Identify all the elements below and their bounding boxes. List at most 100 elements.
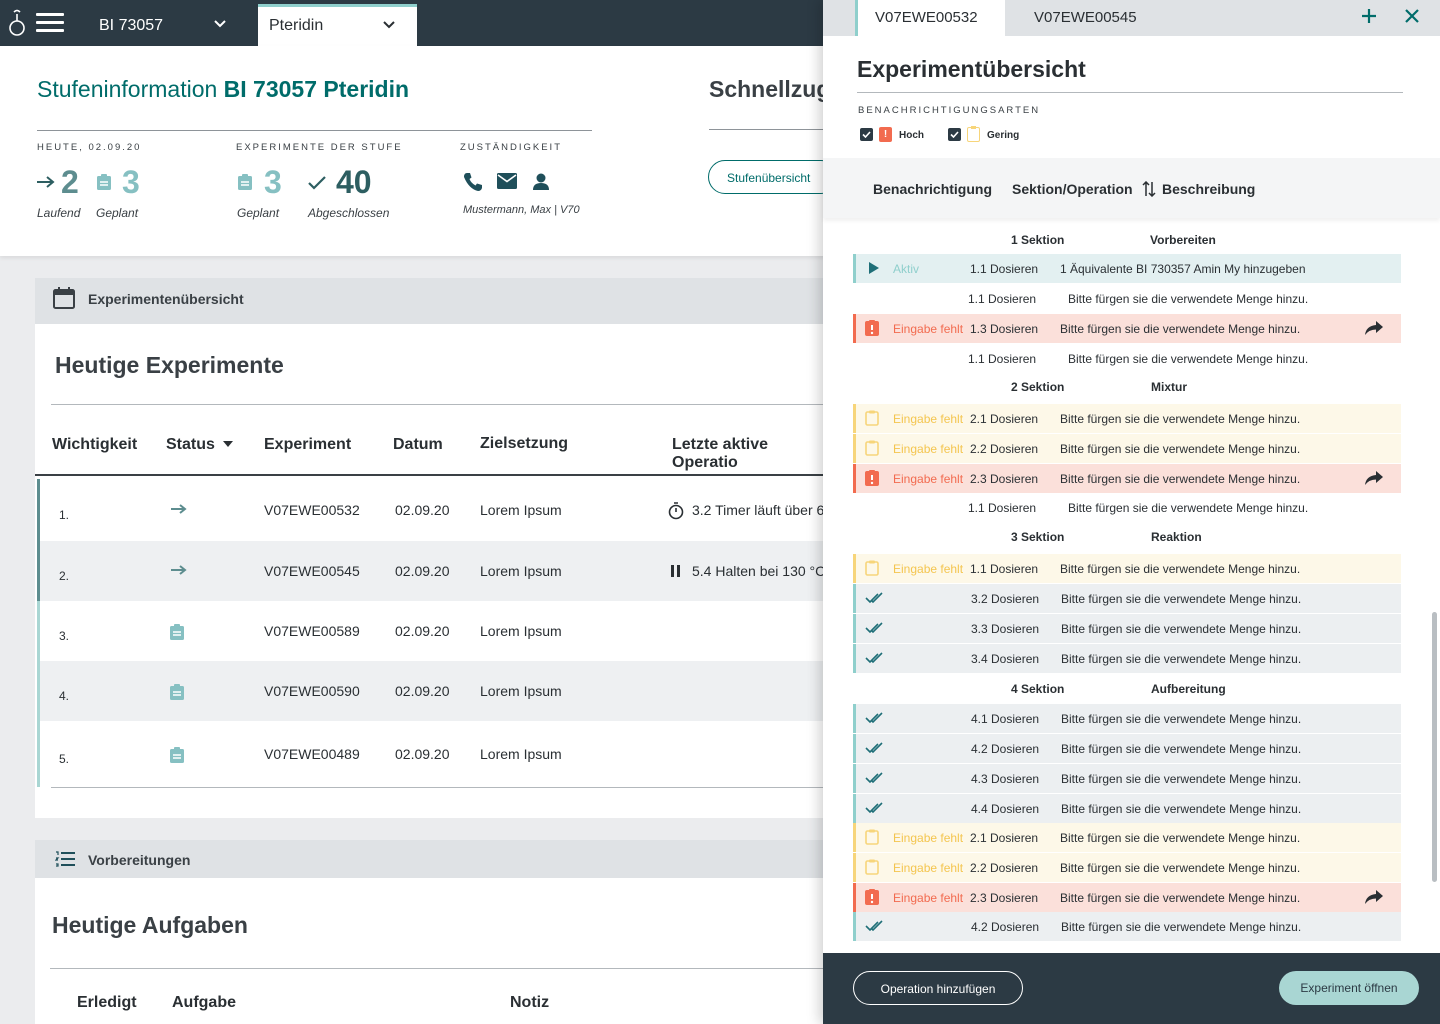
table-row[interactable]: 4. V07EWE00590 02.09.20 Lorem Ipsum	[37, 661, 837, 721]
operation-name: 2.1 Dosieren	[970, 831, 1039, 845]
operation-row[interactable]: 1.1 Dosieren Bitte fürgen sie die verwend…	[853, 284, 1401, 313]
stage-completed-count: 40	[336, 164, 372, 200]
tab-experiment-1[interactable]: V07EWE00532	[855, 0, 1005, 36]
stage-overview-button[interactable]: Stufenübersicht	[708, 160, 838, 194]
menu-icon[interactable]	[36, 13, 64, 33]
open-experiment-button[interactable]: Experiment öffnen	[1279, 971, 1419, 1005]
row-accent	[853, 912, 856, 941]
divider	[37, 130, 592, 131]
double-check-icon	[865, 592, 883, 604]
operation-row[interactable]: 4.3 Dosieren Bitte fürgen sie die verwend…	[853, 764, 1401, 793]
col-date[interactable]: Datum	[393, 436, 443, 454]
operation-name: 2.3 Dosieren	[970, 891, 1039, 905]
table-row[interactable]: 2. V07EWE00545 02.09.20 Lorem Ipsum 5.4 Halt…	[37, 541, 837, 601]
operation-name: 3.3 Dosieren	[971, 622, 1040, 636]
operation-description: Bitte fürgen sie die verwendete Menge hi…	[1061, 712, 1302, 726]
operation-name: 1.1 Dosieren	[968, 501, 1037, 515]
add-tab-icon[interactable]	[1360, 7, 1378, 25]
col-section-operation-label: Sektion/Operation	[1012, 181, 1133, 197]
operation-description: Bitte fürgen sie die verwendete Menge hi…	[1060, 891, 1301, 905]
stage-title: Stufeninformation BI 73057 Pteridin	[37, 76, 409, 103]
operation-row[interactable]: Eingabe fehlt 2.2 Dosieren Bitte fürgen si…	[853, 853, 1401, 882]
col-task[interactable]: Aufgabe	[172, 994, 236, 1012]
col-experiment[interactable]: Experiment	[264, 436, 351, 454]
operation-description: Bitte fürgen sie die verwendete Menge hi…	[1060, 442, 1301, 456]
drawer-scrollbar[interactable]	[1432, 612, 1437, 882]
operation-status: Aktiv	[893, 262, 920, 276]
share-icon[interactable]	[1365, 471, 1383, 485]
operation-status: Eingabe fehlt	[893, 322, 964, 336]
phone-icon[interactable]	[463, 172, 483, 192]
col-importance[interactable]: Wichtigkeit	[52, 436, 137, 454]
operation-description: Bitte fürgen sie die verwendete Menge hi…	[1061, 652, 1302, 666]
operation-row[interactable]: 1.1 Dosieren Bitte fürgen sie die verwend…	[853, 493, 1401, 522]
row-experiment-id: V07EWE00489	[264, 746, 360, 762]
operation-row[interactable]: Eingabe fehlt 2.2 Dosieren Bitte fürgen si…	[853, 434, 1401, 463]
share-icon[interactable]	[1365, 890, 1383, 904]
operation-row[interactable]: 4.1 Dosieren Bitte fürgen sie die verwend…	[853, 704, 1401, 733]
operation-name: 1.1 Dosieren	[970, 562, 1039, 576]
play-icon	[869, 262, 879, 274]
pause-icon	[671, 565, 680, 577]
row-accent	[853, 764, 856, 793]
person-icon[interactable]	[532, 173, 550, 190]
table-row[interactable]: 3. V07EWE00589 02.09.20 Lorem Ipsum	[37, 601, 837, 661]
operation-name: 4.2 Dosieren	[971, 920, 1040, 934]
compound-select[interactable]: Pteridin	[258, 4, 417, 46]
row-priority: 3.	[59, 629, 70, 643]
sort-icon	[1142, 181, 1156, 197]
row-accent	[853, 404, 856, 433]
operation-row[interactable]: Eingabe fehlt 2.3 Dosieren Bitte fürgen si…	[853, 464, 1401, 493]
high-notification-checkbox[interactable]	[860, 128, 873, 141]
operation-row[interactable]: Eingabe fehlt 1.1 Dosieren Bitte fürgen si…	[853, 554, 1401, 583]
operations-list: 1 Sektion Vorbereiten Aktiv 1.1 Dosieren 1 Ä…	[823, 222, 1440, 952]
mail-icon[interactable]	[497, 173, 517, 189]
col-note[interactable]: Notiz	[510, 994, 549, 1012]
col-done[interactable]: Erledigt	[77, 994, 137, 1012]
operation-row[interactable]: 4.4 Dosieren Bitte fürgen sie die verwend…	[853, 794, 1401, 823]
stage-completed-label: Abgeschlossen	[308, 206, 390, 220]
section-name: 2 Sektion	[1011, 380, 1065, 394]
operation-row[interactable]: Aktiv 1.1 Dosieren 1 Äquivalente BI 730357…	[853, 254, 1401, 283]
row-accent	[853, 254, 856, 283]
operation-row[interactable]: 3.3 Dosieren Bitte fürgen sie die verwend…	[853, 614, 1401, 643]
operation-name: 2.1 Dosieren	[970, 412, 1039, 426]
section-name: 1 Sektion	[1011, 233, 1065, 247]
low-notification-checkbox[interactable]	[948, 128, 961, 141]
operation-row[interactable]: 4.2 Dosieren Bitte fürgen sie die verwend…	[853, 912, 1401, 941]
col-objective[interactable]: Zielsetzung	[480, 435, 568, 453]
clipboard-icon	[170, 684, 184, 700]
stage-caption: EXPERIMENTE DER STUFE	[236, 142, 403, 153]
operation-description: Bitte fürgen sie die verwendete Menge hi…	[1061, 592, 1302, 606]
double-check-icon	[865, 802, 883, 814]
operation-name: 1.3 Dosieren	[970, 322, 1039, 336]
col-section-operation[interactable]: Sektion/Operation	[1012, 181, 1156, 197]
table-row[interactable]: 5. V07EWE00489 02.09.20 Lorem Ipsum	[37, 721, 837, 787]
col-last-operation[interactable]: Letzte aktive Operatio	[672, 436, 835, 472]
row-last-operation: 5.4 Halten bei 130 °C	[692, 563, 826, 579]
col-status[interactable]: Status	[166, 436, 234, 454]
operation-row[interactable]: Eingabe fehlt 1.3 Dosieren Bitte fürgen si…	[853, 314, 1401, 343]
project-select[interactable]: BI 73057	[86, 4, 246, 46]
col-description[interactable]: Beschreibung	[1162, 181, 1255, 197]
col-notification[interactable]: Benachrichtigung	[873, 181, 992, 197]
add-operation-button[interactable]: Operation hinzufügen	[853, 971, 1023, 1005]
numbered-list-icon	[55, 851, 75, 867]
close-icon[interactable]	[1404, 8, 1420, 24]
high-alert-icon: !	[879, 127, 892, 142]
check-icon	[308, 176, 326, 190]
operation-row[interactable]: Eingabe fehlt 2.3 Dosieren Bitte fürgen si…	[853, 883, 1401, 912]
operation-row[interactable]: 3.2 Dosieren Bitte fürgen sie die verwend…	[853, 584, 1401, 613]
operation-row[interactable]: 4.2 Dosieren Bitte fürgen sie die verwend…	[853, 734, 1401, 763]
share-icon[interactable]	[1365, 321, 1383, 335]
alert-high-icon	[865, 320, 879, 336]
operation-row[interactable]: Eingabe fehlt 2.1 Dosieren Bitte fürgen si…	[853, 823, 1401, 852]
operation-row[interactable]: 3.4 Dosieren Bitte fürgen sie die verwend…	[853, 644, 1401, 673]
operation-row[interactable]: Eingabe fehlt 2.1 Dosieren Bitte fürgen si…	[853, 404, 1401, 433]
table-row[interactable]: 1. V07EWE00532 02.09.20 Lorem Ipsum 3.2 Time…	[37, 479, 837, 541]
section-title: Mixtur	[1151, 380, 1187, 394]
tab-experiment-2[interactable]: V07EWE00545	[1034, 0, 1137, 36]
row-date: 02.09.20	[395, 623, 450, 639]
stage-info-panel: Stufeninformation BI 73057 Pteridin HEUT…	[0, 46, 838, 256]
operation-row[interactable]: 1.1 Dosieren Bitte fürgen sie die verwend…	[853, 344, 1401, 373]
